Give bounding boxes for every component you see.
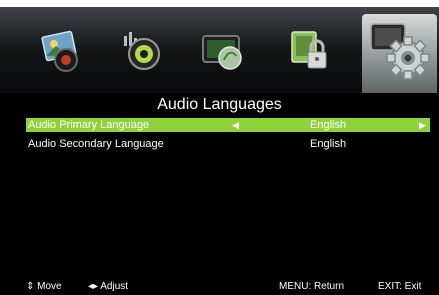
setup-icon[interactable]: [368, 18, 432, 82]
channel-icon[interactable]: [200, 28, 246, 74]
row-value: English: [310, 119, 347, 131]
left-arrow-icon[interactable]: ◀: [232, 118, 239, 132]
row-label: Audio Secondary Language: [28, 138, 164, 150]
audio-primary-language-row[interactable]: Audio Primary Language ◀ English ▶: [26, 118, 430, 132]
row-label: Audio Primary Language: [28, 119, 150, 131]
audio-secondary-language-row[interactable]: Audio Secondary Language English: [26, 137, 430, 151]
right-arrow-icon[interactable]: ▶: [419, 118, 426, 132]
sound-icon[interactable]: [118, 28, 164, 74]
footer-hints: ⇕ Move ◂▸ Adjust MENU: Return EXIT: Exit: [0, 278, 439, 295]
exit-hint: EXIT: Exit: [378, 281, 422, 292]
picture-icon[interactable]: [40, 28, 86, 74]
row-value: English: [310, 138, 347, 150]
move-hint: ⇕ Move: [26, 281, 62, 292]
menu-return-hint: MENU: Return: [279, 281, 345, 292]
adjust-hint: ◂▸ Adjust: [88, 281, 129, 292]
lock-icon[interactable]: [286, 28, 332, 74]
cropped-header-text: [0, 0, 439, 7]
page-title: Audio Languages: [157, 96, 282, 113]
